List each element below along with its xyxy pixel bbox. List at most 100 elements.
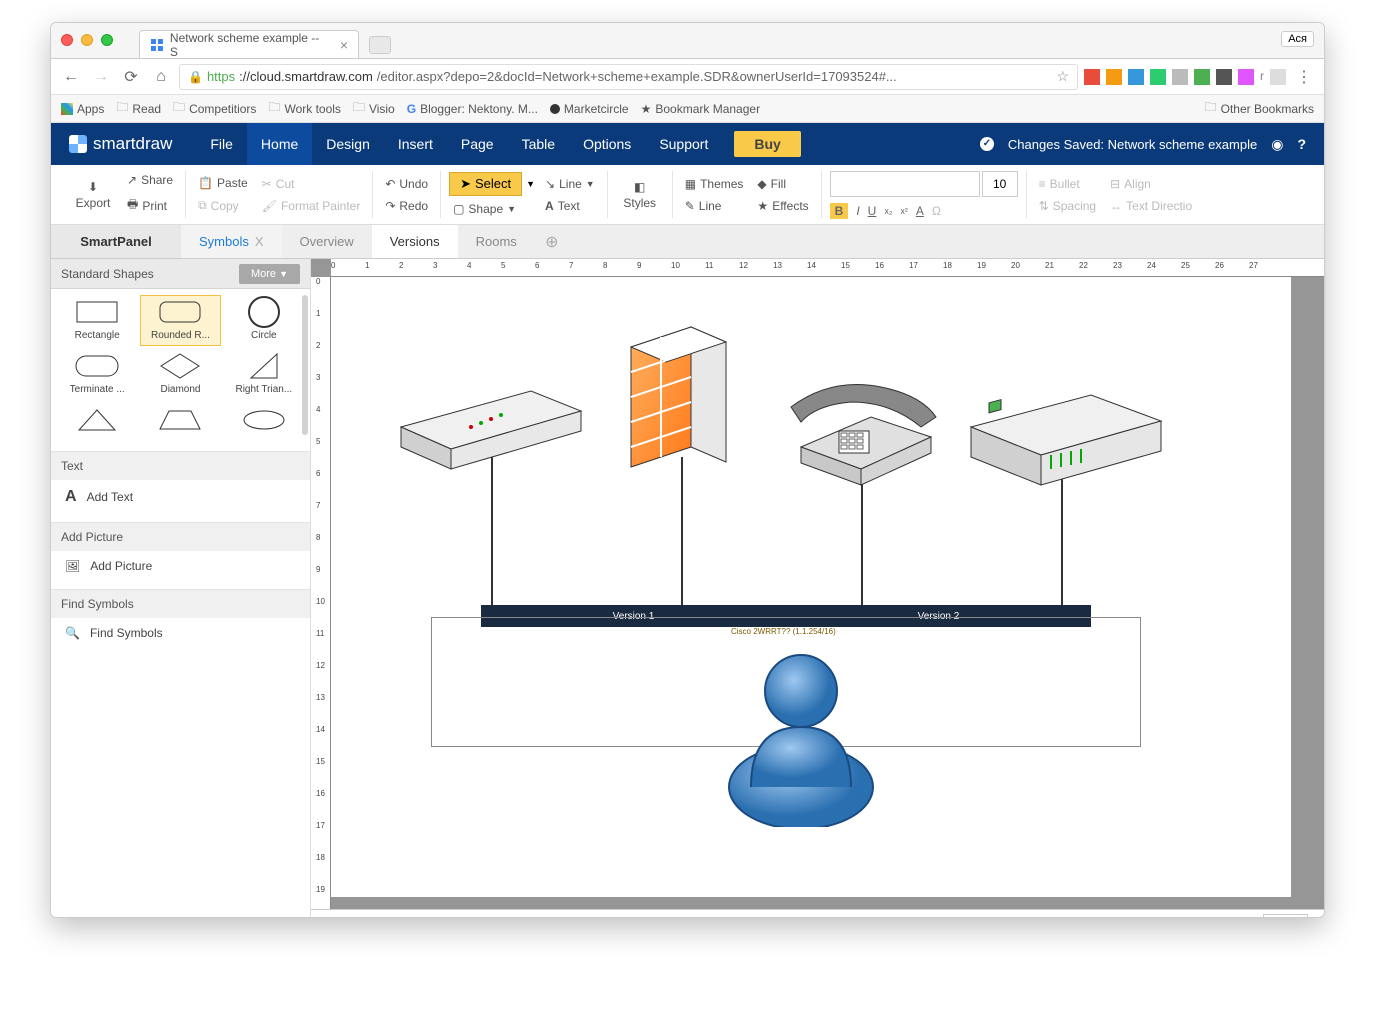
bookmark-item[interactable]: G Blogger: Nektony. M...: [407, 102, 538, 116]
tab-symbols[interactable]: SymbolsX: [181, 225, 282, 258]
ext-icon[interactable]: [1216, 69, 1232, 85]
ext-icon[interactable]: [1084, 69, 1100, 85]
zoom-thumb[interactable]: [1137, 918, 1147, 919]
align-button[interactable]: ⊟Align: [1106, 175, 1196, 193]
shape-right-triangle[interactable]: Right Trian...: [224, 349, 304, 400]
menu-table[interactable]: Table: [508, 123, 569, 165]
menu-insert[interactable]: Insert: [384, 123, 447, 165]
font-family-input[interactable]: [830, 171, 980, 197]
italic-button[interactable]: I: [856, 204, 859, 218]
tab-rooms[interactable]: Rooms: [458, 225, 535, 258]
omega-button[interactable]: Ω: [932, 204, 941, 218]
format-painter-button[interactable]: 🖌Format Painter: [258, 197, 365, 215]
share-button[interactable]: ↗Share: [123, 171, 177, 189]
bookmark-folder[interactable]: 🗀Competitiors: [173, 98, 256, 119]
spacing-button[interactable]: ⇅Spacing: [1035, 197, 1100, 215]
underline-button[interactable]: U: [868, 204, 877, 218]
ext-icon[interactable]: [1172, 69, 1188, 85]
bookmark-folder[interactable]: 🗀Work tools: [268, 98, 340, 119]
close-window-button[interactable]: [61, 34, 73, 46]
menu-support[interactable]: Support: [645, 123, 722, 165]
reload-button[interactable]: ⟳: [119, 67, 143, 87]
effects-button[interactable]: ★Effects: [753, 197, 812, 215]
buy-button[interactable]: Buy: [734, 131, 800, 157]
browser-tab[interactable]: Network scheme example -- S ×: [139, 30, 359, 58]
apps-button[interactable]: Apps: [61, 102, 104, 116]
shape-diamond[interactable]: Diamond: [140, 349, 220, 400]
line-tool-button[interactable]: ↘Line▼: [541, 175, 599, 193]
notifications-icon[interactable]: ◉: [1271, 136, 1283, 153]
brand-logo[interactable]: smartdraw: [51, 134, 196, 154]
ext-icon[interactable]: [1194, 69, 1210, 85]
more-shapes-button[interactable]: More ▼: [239, 264, 300, 284]
network-switch-icon[interactable]: [391, 367, 591, 477]
minimize-window-button[interactable]: [81, 34, 93, 46]
home-button[interactable]: ⌂: [149, 68, 173, 86]
back-button[interactable]: ←: [59, 68, 83, 86]
firewall-icon[interactable]: [611, 317, 751, 487]
text-direction-button[interactable]: ↔Text Directio: [1106, 197, 1196, 215]
select-tool-button[interactable]: ➤Select: [449, 172, 522, 196]
print-button[interactable]: 🖶Print: [123, 193, 177, 218]
router-icon[interactable]: [951, 377, 1171, 507]
fullscreen-window-button[interactable]: [101, 34, 113, 46]
text-tool-button[interactable]: AText: [541, 197, 599, 215]
ext-icon[interactable]: [1238, 69, 1254, 85]
shape-rectangle[interactable]: Rectangle: [57, 295, 137, 346]
shape-tool-button[interactable]: ▢Shape▼: [449, 200, 535, 218]
tab-overview[interactable]: Overview: [282, 225, 372, 258]
zoom-value[interactable]: 75%: [1263, 914, 1308, 918]
copy-button[interactable]: ⧉Copy: [194, 196, 252, 215]
address-bar[interactable]: 🔒 https://cloud.smartdraw.com/editor.asp…: [179, 64, 1078, 90]
bookmark-folder[interactable]: 🗀Read: [116, 98, 161, 119]
connector-line[interactable]: [491, 457, 493, 607]
export-button[interactable]: ⬇Export: [69, 171, 117, 218]
ext-icon[interactable]: [1128, 69, 1144, 85]
ext-icon[interactable]: [1106, 69, 1122, 85]
cut-button[interactable]: ✂Cut: [258, 175, 365, 193]
shape-triangle[interactable]: [57, 403, 137, 437]
menu-button[interactable]: ⋮: [1292, 67, 1316, 87]
new-tab-button[interactable]: [369, 36, 391, 54]
tab-close-icon[interactable]: ×: [340, 37, 348, 53]
tab-versions[interactable]: Versions: [372, 225, 458, 258]
ext-icon[interactable]: [1270, 69, 1286, 85]
font-color-button[interactable]: A: [916, 204, 924, 218]
help-icon[interactable]: ?: [1297, 136, 1306, 152]
forward-button[interactable]: →: [89, 68, 113, 86]
shape-terminate[interactable]: Terminate ...: [57, 349, 137, 400]
add-picture-button[interactable]: 🖼Add Picture: [51, 551, 310, 581]
user-icon[interactable]: [721, 647, 881, 827]
ext-icon[interactable]: [1150, 69, 1166, 85]
shape-ellipse[interactable]: [224, 403, 304, 437]
styles-button[interactable]: ◧Styles: [616, 171, 664, 218]
font-size-input[interactable]: [982, 171, 1018, 197]
other-bookmarks[interactable]: 🗀Other Bookmarks: [1205, 98, 1314, 119]
bullet-button[interactable]: ≡Bullet: [1035, 175, 1100, 193]
shape-rounded-rectangle[interactable]: Rounded R...: [140, 295, 220, 346]
superscript-button[interactable]: x²: [900, 206, 908, 216]
phone-icon[interactable]: [771, 357, 951, 497]
menu-options[interactable]: Options: [569, 123, 645, 165]
undo-button[interactable]: ↶Undo: [381, 175, 432, 193]
menu-page[interactable]: Page: [447, 123, 508, 165]
paste-button[interactable]: 📋Paste: [194, 174, 252, 192]
add-tab-button[interactable]: ⊕: [535, 225, 569, 258]
menu-file[interactable]: File: [196, 123, 247, 165]
redo-button[interactable]: ↷Redo: [381, 197, 432, 215]
shape-circle[interactable]: Circle: [224, 295, 304, 346]
menu-design[interactable]: Design: [312, 123, 384, 165]
add-text-button[interactable]: AAdd Text: [51, 480, 310, 514]
menu-home[interactable]: Home: [247, 123, 312, 165]
tab-close-icon[interactable]: X: [255, 234, 264, 249]
bookmark-item[interactable]: Marketcircle: [550, 102, 629, 116]
themes-button[interactable]: ▦Themes: [681, 175, 748, 193]
ext-icon[interactable]: r: [1260, 69, 1264, 85]
bookmark-folder[interactable]: 🗀Visio: [353, 98, 395, 119]
fill-button[interactable]: ◆Fill: [753, 175, 812, 193]
scrollbar-thumb[interactable]: [302, 295, 308, 435]
bookmark-item[interactable]: ★ Bookmark Manager: [641, 102, 760, 116]
subscript-button[interactable]: x₂: [884, 206, 892, 216]
bold-button[interactable]: B: [830, 203, 849, 219]
find-symbols-button[interactable]: 🔍Find Symbols: [51, 618, 310, 648]
